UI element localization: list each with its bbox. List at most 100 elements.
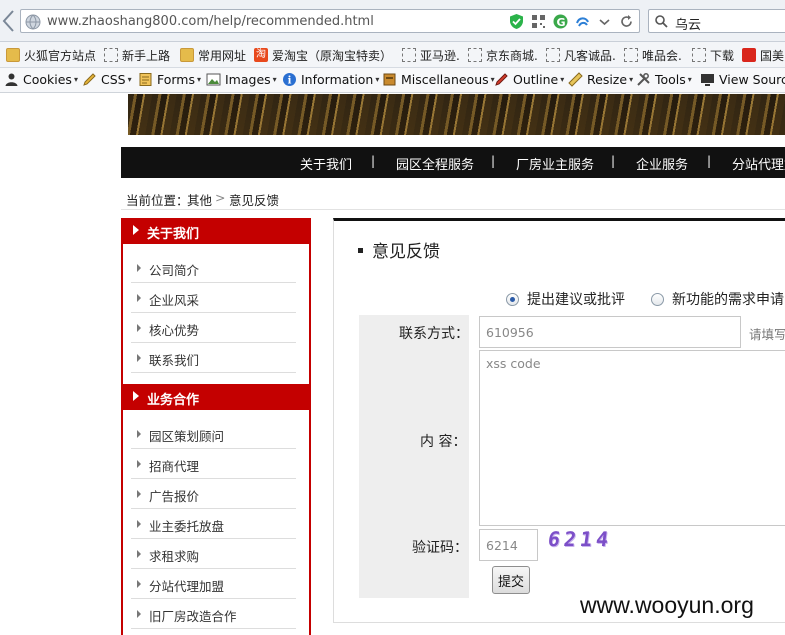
globe-icon [25,14,41,30]
bullet-triangle-icon [137,324,141,332]
page-icon [104,48,118,62]
feedback-panel: 意见反馈 提出建议或批评 新功能的需求申请 联系方式： 610956 请填写 内… [333,218,785,623]
nav-item[interactable]: 园区全程服务 [396,154,474,173]
devtool-information[interactable]: i Information ▾ [282,72,379,87]
submit-button[interactable]: 提交 [492,566,530,594]
bullet-triangle-icon [137,520,141,528]
nav-item[interactable]: 分站代理加 [732,154,785,173]
nav-item[interactable]: 厂房业主服务 [516,154,594,173]
bullet-triangle-icon [137,610,141,618]
contact-field[interactable]: 610956 [479,316,741,348]
sidebar-item[interactable]: 核心优势 [131,313,296,343]
bookmark-item[interactable]: 淘爱淘宝（原淘宝特卖） [254,46,392,64]
page-icon [624,48,638,62]
svg-text:i: i [288,76,292,87]
taobao-icon: 淘 [254,48,268,62]
bookmark-item[interactable]: 京东商城. [468,46,538,64]
folder-icon [180,48,194,62]
addon-wave-icon[interactable] [574,13,591,30]
search-input[interactable]: 乌云 [648,9,785,33]
search-icon [655,15,668,28]
ruler-icon [568,72,583,87]
radio-feature-request[interactable]: 新功能的需求申请 [651,289,784,309]
content-textarea[interactable]: xss code [479,350,785,526]
reload-icon[interactable] [618,13,635,30]
page-title: 意见反馈 [358,237,440,262]
breadcrumb-section[interactable]: 其他 [187,190,212,209]
image-icon [206,73,221,86]
nav-item[interactable]: 关于我们 [300,154,352,173]
devtool-miscellaneous[interactable]: Miscellaneous ▾ [382,72,495,87]
addon-g-icon[interactable]: G [552,13,569,30]
bookmark-item[interactable]: 凡客诚品. [546,46,616,64]
radio-button-checked[interactable] [506,292,519,306]
devtool-images[interactable]: Images ▾ [206,72,277,87]
captcha-label: 验证码： [412,540,468,556]
dropdown-arrow-icon[interactable] [596,13,613,30]
nav-separator: | [611,154,616,168]
sidebar-item[interactable]: 旧厂房改造合作 [131,599,296,629]
content-label: 内 容： [420,434,467,450]
breadcrumb-prefix: 当前位置： [126,193,189,208]
nav-separator: | [707,154,712,168]
main-nav: 关于我们 | 园区全程服务 | 厂房业主服务 | 企业服务 | 分站代理加 [121,147,785,178]
captcha-field[interactable]: 6214 [479,529,538,561]
shield-icon[interactable] [508,13,525,30]
back-arrow-icon[interactable] [0,8,18,34]
devtool-tools[interactable]: Tools ▾ [636,72,692,87]
radio-button[interactable] [651,292,664,306]
sidebar-item[interactable]: 联系我们 [131,343,296,373]
developer-toolbar: Cookies ▾ CSS ▾ Forms ▾ Images ▾ i Informatio… [0,68,785,93]
address-bar[interactable]: www.zhaoshang800.com/help/recommended.ht… [20,9,640,33]
bullet-triangle-icon [137,354,141,362]
radio-suggestion[interactable]: 提出建议或批评 [506,289,625,309]
sidebar-item[interactable]: 园区策划顾问 [131,419,296,449]
monitor-icon [701,74,714,86]
bullet-triangle-icon [137,580,141,588]
breadcrumb-current: 意见反馈 [229,193,280,208]
bullet-triangle-icon [137,430,141,438]
sidebar-item[interactable]: 分站代理加盟 [131,569,296,599]
bookmark-item[interactable]: 国美 [742,46,784,64]
sidebar-item[interactable]: 招商代理 [131,449,296,479]
triangle-right-icon [133,391,139,401]
bullet-triangle-icon [137,294,141,302]
bookmark-item[interactable]: 常用网址 [180,46,246,64]
bookmark-item[interactable]: 亚马逊. [402,46,460,64]
nav-item[interactable]: 企业服务 [636,154,688,173]
bullet-triangle-icon [137,490,141,498]
bookmark-item[interactable]: 新手上路 [104,46,170,64]
nav-separator: | [491,154,496,168]
page-icon [546,48,560,62]
bullet-triangle-icon [137,460,141,468]
square-bullet-icon [358,247,363,253]
sidebar-item[interactable]: 广告报价 [131,479,296,509]
devtool-view-source[interactable]: View Sourc [700,72,785,87]
bookmark-item[interactable]: 下载 [692,46,734,64]
qrcode-icon[interactable] [530,13,547,30]
bookmark-item[interactable]: 火狐官方站点 [6,46,96,64]
sidebar-item[interactable]: 公司简介 [131,253,296,283]
breadcrumb: 当前位置： 其他 > 意见反馈 [121,186,785,210]
devtool-outline[interactable]: Outline ▾ [494,72,564,87]
triangle-right-icon [133,225,139,235]
bookmark-item[interactable]: 唯品会. [624,46,682,64]
bullet-triangle-icon [137,550,141,558]
page-icon [468,48,482,62]
page-icon [692,48,706,62]
contact-label: 联系方式： [399,326,469,342]
devtool-cookies[interactable]: Cookies ▾ [4,72,78,87]
devtool-forms[interactable]: Forms ▾ [138,72,201,87]
sidebar-item[interactable]: 求租求购 [131,539,296,569]
folder-icon [6,48,20,62]
devtool-css[interactable]: CSS ▾ [82,72,132,87]
devtool-resize[interactable]: Resize ▾ [568,72,633,87]
pen-icon [495,73,508,86]
sidebar-item[interactable]: 企业风采 [131,283,296,313]
watermark: www.wooyun.org [580,592,754,618]
captcha-image[interactable]: 6214 [546,527,642,551]
sidebar-item[interactable]: 业主委托放盘 [131,509,296,539]
tools-icon [637,73,650,86]
sidebar-group-header: 关于我们 [121,218,311,244]
nav-separator: | [371,154,376,168]
